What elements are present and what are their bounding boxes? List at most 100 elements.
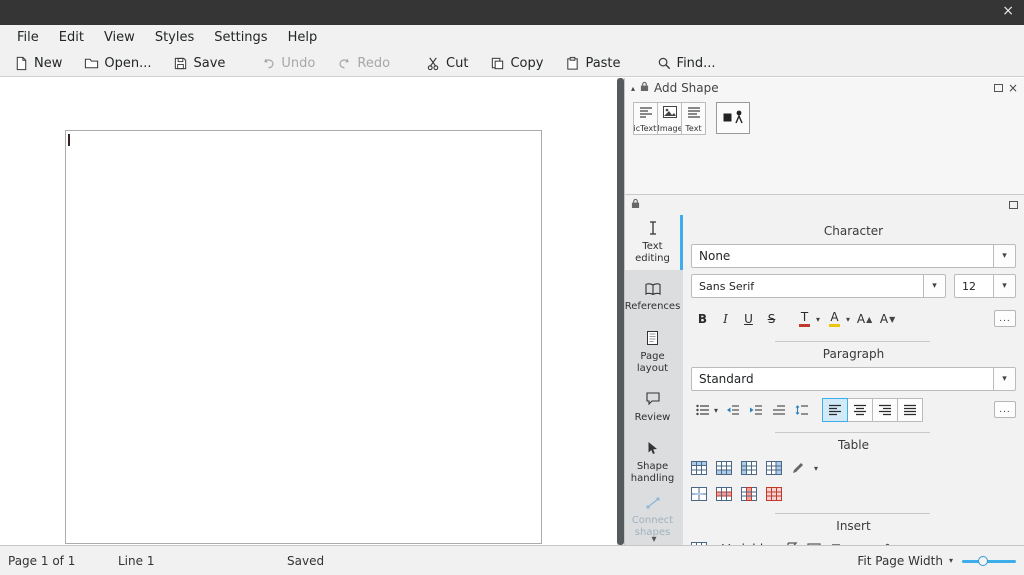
window-close-icon[interactable]: × <box>1002 3 1014 19</box>
page-count-label: Page 1 of 1 <box>8 554 75 568</box>
float-docker-icon[interactable] <box>1009 201 1018 209</box>
new-button[interactable]: New <box>6 53 70 74</box>
paste-button[interactable]: Paste <box>557 53 628 74</box>
chevron-down-icon[interactable]: ▾ <box>816 315 820 324</box>
default-shapes-button[interactable] <box>716 102 750 134</box>
line-number-label: Line 1 <box>118 554 154 568</box>
save-button[interactable]: Save <box>165 53 233 74</box>
insert-column-right-button[interactable] <box>766 458 782 478</box>
decrease-indent-button[interactable] <box>721 399 744 421</box>
glyph-shape-icon <box>734 110 744 127</box>
document-canvas[interactable] <box>0 78 617 545</box>
menu-file[interactable]: File <box>8 27 48 48</box>
align-left-button[interactable] <box>822 398 848 422</box>
paragraph-style-combo[interactable]: Standard ▾ <box>691 367 1016 391</box>
cut-icon <box>426 56 441 71</box>
table-row-1: ▾ <box>691 458 1016 478</box>
menu-styles[interactable]: Styles <box>146 27 203 48</box>
menu-view[interactable]: View <box>95 27 144 48</box>
close-docker-icon[interactable]: × <box>1008 81 1018 95</box>
open-folder-icon <box>84 56 99 71</box>
add-shape-docker: ▴ Add Shape × icTextS <box>625 78 1024 195</box>
superscript-button[interactable]: A▲ <box>853 308 876 330</box>
table-border-pen-button[interactable] <box>791 458 805 478</box>
font-family-combo[interactable]: Sans Serif ▾ <box>691 274 946 298</box>
increase-indent-button[interactable] <box>744 399 767 421</box>
paste-icon <box>565 56 580 71</box>
float-docker-icon[interactable] <box>994 84 1003 92</box>
paragraph-more-button[interactable]: ... <box>994 401 1016 418</box>
highlight-color-swatch <box>829 324 840 327</box>
redo-button[interactable]: Redo <box>329 53 398 74</box>
align-center-button[interactable] <box>847 398 873 422</box>
toolbar: New Open... Save Undo Redo Cut Copy <box>0 50 1024 77</box>
underline-button[interactable]: U <box>737 308 760 330</box>
chevron-down-icon[interactable]: ▾ <box>994 367 1016 391</box>
italic-button[interactable]: I <box>714 308 737 330</box>
chevron-down-icon[interactable]: ▾ <box>814 464 818 473</box>
list-style-button[interactable] <box>691 399 714 421</box>
chevron-down-icon[interactable]: ▾ <box>714 406 718 415</box>
shape-image-button[interactable]: Image <box>657 102 682 135</box>
delete-row-button[interactable] <box>716 484 732 504</box>
first-line-indent-button[interactable] <box>767 399 790 421</box>
menu-help[interactable]: Help <box>279 27 327 48</box>
tab-references[interactable]: References <box>625 270 683 325</box>
split-cells-button[interactable] <box>691 484 707 504</box>
strikethrough-button[interactable]: S <box>760 308 783 330</box>
cut-button[interactable]: Cut <box>418 53 476 74</box>
delete-column-button[interactable] <box>741 484 757 504</box>
collapse-icon[interactable]: ▴ <box>631 84 635 93</box>
align-right-button[interactable] <box>872 398 898 422</box>
zoom-mode-dropdown[interactable]: Fit Page Width <box>857 554 943 568</box>
zoom-slider-track[interactable] <box>962 560 1016 563</box>
tab-shape-handling[interactable]: Shape handling <box>625 435 683 490</box>
chevron-down-icon[interactable]: ▾ <box>949 556 953 565</box>
align-justify-button[interactable] <box>897 398 923 422</box>
lock-icon[interactable] <box>631 198 640 212</box>
menubar: File Edit View Styles Settings Help <box>0 25 1024 50</box>
page-layout-icon <box>647 331 658 349</box>
font-size-combo[interactable]: 12 ▾ <box>954 274 1016 298</box>
insert-row-above-button[interactable] <box>691 458 707 478</box>
text-color-button[interactable]: T <box>793 308 816 330</box>
docker-title: Add Shape <box>654 81 719 95</box>
document-page[interactable] <box>65 130 542 544</box>
zoom-slider-handle[interactable] <box>978 556 988 566</box>
text-editing-panel: Character None ▾ Sans Serif ▾ 12 <box>683 215 1024 545</box>
subscript-button[interactable]: A▼ <box>876 308 899 330</box>
section-title-character: Character <box>691 224 1016 238</box>
chevron-down-icon[interactable]: ▾ <box>994 244 1016 268</box>
insert-row-below-button[interactable] <box>716 458 732 478</box>
search-icon <box>657 56 672 71</box>
shape-basic-text-button[interactable]: icTextS <box>633 102 658 135</box>
character-more-button[interactable]: ... <box>994 310 1016 327</box>
lock-icon[interactable] <box>640 81 649 95</box>
character-style-combo[interactable]: None ▾ <box>691 244 1016 268</box>
find-button[interactable]: Find... <box>649 53 724 74</box>
copy-button[interactable]: Copy <box>482 53 551 74</box>
tab-text-editing[interactable]: Text editing <box>625 215 683 270</box>
tab-review[interactable]: Review <box>625 380 683 435</box>
open-button[interactable]: Open... <box>76 53 159 74</box>
menu-edit[interactable]: Edit <box>50 27 93 48</box>
scrollbar-thumb[interactable] <box>617 78 624 545</box>
line-spacing-button[interactable] <box>790 399 813 421</box>
menu-settings[interactable]: Settings <box>205 27 276 48</box>
tab-page-layout[interactable]: Page layout <box>625 325 683 380</box>
shape-text-button[interactable]: Text <box>681 102 706 135</box>
chevron-down-icon[interactable]: ▾ <box>994 274 1016 298</box>
tabstrip-scroll-down-icon[interactable]: ▾ <box>625 535 683 545</box>
insert-column-left-button[interactable] <box>741 458 757 478</box>
delete-table-button[interactable] <box>766 484 782 504</box>
zoom-slider[interactable] <box>962 554 1016 568</box>
highlight-color-button[interactable]: A <box>823 308 846 330</box>
paragraph-format-row: ▾ <box>691 397 1016 423</box>
bold-button[interactable]: B <box>691 308 714 330</box>
section-title-insert: Insert <box>691 519 1016 533</box>
undo-icon <box>261 56 276 71</box>
chevron-down-icon[interactable]: ▾ <box>846 315 850 324</box>
undo-button[interactable]: Undo <box>253 53 323 74</box>
chevron-down-icon[interactable]: ▾ <box>924 274 946 298</box>
vertical-scrollbar[interactable] <box>617 78 624 545</box>
